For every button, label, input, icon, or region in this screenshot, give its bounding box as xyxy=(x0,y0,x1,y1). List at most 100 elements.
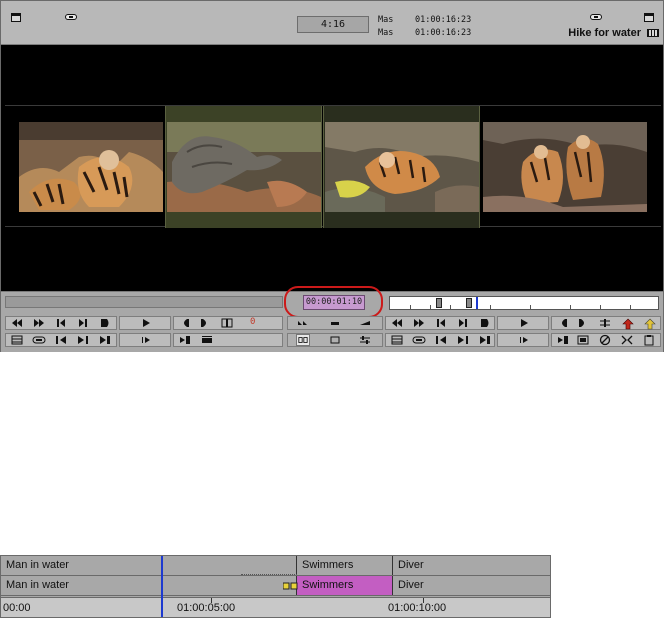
mas-label-2: Mas xyxy=(378,28,394,38)
clear-marks-icon[interactable] xyxy=(598,317,612,329)
clipboard-icon[interactable] xyxy=(642,334,656,346)
slow-play-icon[interactable] xyxy=(358,317,372,329)
mark-out-icon[interactable] xyxy=(198,317,212,329)
ruler-timecode-start: 00:00 xyxy=(3,602,31,614)
timeline-track-1: Man in water Swimmers Diver xyxy=(1,556,550,576)
ruler-timecode-10s: 01:00:10:00 xyxy=(388,602,447,614)
single-monitor-icon[interactable] xyxy=(328,334,342,346)
record-play-icon[interactable] xyxy=(517,317,531,329)
record-step-back-icon[interactable] xyxy=(434,317,448,329)
link-icon[interactable] xyxy=(65,14,77,20)
source-transport-row-2 xyxy=(5,333,117,347)
track-1-segment-diver[interactable]: Diver xyxy=(392,556,550,575)
video-frame-4[interactable] xyxy=(483,122,647,212)
timeline: Man in water Swimmers Diver Man in water… xyxy=(0,555,551,618)
settings-sliders-icon[interactable] xyxy=(358,334,372,346)
mark-out-handle[interactable] xyxy=(466,298,472,308)
rewind-icon[interactable] xyxy=(10,317,24,329)
record-go-to-out-icon[interactable] xyxy=(478,317,492,329)
record-step-forward-icon[interactable] xyxy=(456,317,470,329)
record-link-toggle-icon[interactable] xyxy=(412,334,426,346)
track-2-segment-gap[interactable] xyxy=(162,576,296,595)
stop-icon[interactable] xyxy=(328,317,342,329)
lift-icon[interactable] xyxy=(622,318,634,330)
source-play-row-2 xyxy=(119,333,171,347)
trim-icon[interactable] xyxy=(620,334,634,346)
play-icon[interactable] xyxy=(139,317,153,329)
record-jog-forward-icon[interactable] xyxy=(456,334,470,346)
menu-icon[interactable] xyxy=(11,13,21,22)
trim-rollers-icon[interactable] xyxy=(283,582,299,590)
record-mark-out-icon[interactable] xyxy=(576,317,590,329)
track-1-segment-gap[interactable] xyxy=(162,556,296,575)
link-icon-right[interactable] xyxy=(590,14,602,20)
mas-timecode-1: 01:00:16:23 xyxy=(415,15,472,25)
frame-strip xyxy=(5,105,661,228)
timeline-timecode-ruler[interactable]: 00:00 01:00:05:00 01:00:10:00 xyxy=(1,597,550,617)
position-indicator[interactable] xyxy=(476,297,478,309)
jog-forward-icon[interactable] xyxy=(76,334,90,346)
mas-label-1: Mas xyxy=(378,15,394,25)
jog-back-icon[interactable] xyxy=(54,334,68,346)
jump-end-icon[interactable] xyxy=(98,334,112,346)
record-rewind-icon[interactable] xyxy=(390,317,404,329)
play-to-out-icon[interactable] xyxy=(139,334,153,346)
step-forward-icon[interactable] xyxy=(76,317,90,329)
fast-play-icon[interactable] xyxy=(296,317,310,329)
control-bar: 00:00:01:10 0 xyxy=(1,286,663,352)
ruler-timecode-5s: 01:00:05:00 xyxy=(177,602,236,614)
extract-icon[interactable] xyxy=(644,318,656,330)
mark-in-icon[interactable] xyxy=(178,317,192,329)
track-1-segment-swimmers[interactable]: Swimmers xyxy=(296,556,392,575)
source-edit-group xyxy=(173,333,283,347)
splice-in-icon[interactable] xyxy=(178,334,192,346)
mark-in-handle[interactable] xyxy=(436,298,442,308)
record-play-row-2 xyxy=(497,333,549,347)
video-frame-1[interactable] xyxy=(19,122,163,212)
mark-clip-icon[interactable] xyxy=(220,317,234,329)
fast-forward-icon[interactable] xyxy=(32,317,46,329)
go-to-out-icon[interactable] xyxy=(98,317,112,329)
record-scrub-bar[interactable] xyxy=(389,296,659,310)
record-transport-row-2 xyxy=(385,333,495,347)
record-mark-in-icon[interactable] xyxy=(556,317,570,329)
source-record-mode-icon[interactable] xyxy=(296,334,310,346)
record-jump-end-icon[interactable] xyxy=(478,334,492,346)
record-list-icon[interactable] xyxy=(390,334,404,346)
record-transport-row-1 xyxy=(385,316,495,330)
track-2-segment-swimmers[interactable]: Swimmers xyxy=(296,576,392,595)
timeline-playhead[interactable] xyxy=(161,556,163,617)
trim-dotted-guide xyxy=(241,574,297,575)
record-play-to-out-icon[interactable] xyxy=(517,334,531,346)
source-play-group xyxy=(119,316,171,330)
source-scrub-bar[interactable] xyxy=(5,296,283,308)
video-frame-3[interactable] xyxy=(325,122,479,212)
editor-window: 4:16 Mas 01:00:16:23 Mas 01:00:16:23 Hik… xyxy=(0,0,664,352)
track-2-segment-man-in-water[interactable]: Man in water xyxy=(1,576,162,595)
top-info-bar: 4:16 Mas 01:00:16:23 Mas 01:00:16:23 Hik… xyxy=(1,1,663,45)
grid-icon[interactable] xyxy=(647,29,659,37)
center-toolbar-row-2 xyxy=(287,333,383,347)
center-toolbar-row-1 xyxy=(287,316,383,330)
record-jog-back-icon[interactable] xyxy=(434,334,448,346)
source-transport-row-1 xyxy=(5,316,117,330)
duration-timecode: 4:16 xyxy=(297,16,369,33)
record-play-group xyxy=(497,316,549,330)
sequence-name: Hike for water xyxy=(568,27,641,39)
record-fast-forward-icon[interactable] xyxy=(412,317,426,329)
record-edit-group xyxy=(551,333,661,347)
mas-timecode-2: 01:00:16:23 xyxy=(415,28,472,38)
video-frame-2[interactable] xyxy=(167,122,321,212)
overwrite-icon[interactable] xyxy=(200,334,214,346)
list-icon[interactable] xyxy=(10,334,24,346)
link-toggle-icon[interactable] xyxy=(32,334,46,346)
disable-icon[interactable] xyxy=(598,334,612,346)
step-back-icon[interactable] xyxy=(54,317,68,329)
record-splice-in-icon[interactable] xyxy=(556,334,570,346)
track-1-segment-man-in-water[interactable]: Man in water xyxy=(1,556,162,575)
track-2-segment-diver[interactable]: Diver xyxy=(392,576,550,595)
record-overwrite-icon[interactable] xyxy=(576,334,590,346)
menu-icon-right[interactable] xyxy=(644,13,654,22)
source-mark-group: 0 xyxy=(173,316,283,330)
record-mark-group xyxy=(551,316,661,330)
